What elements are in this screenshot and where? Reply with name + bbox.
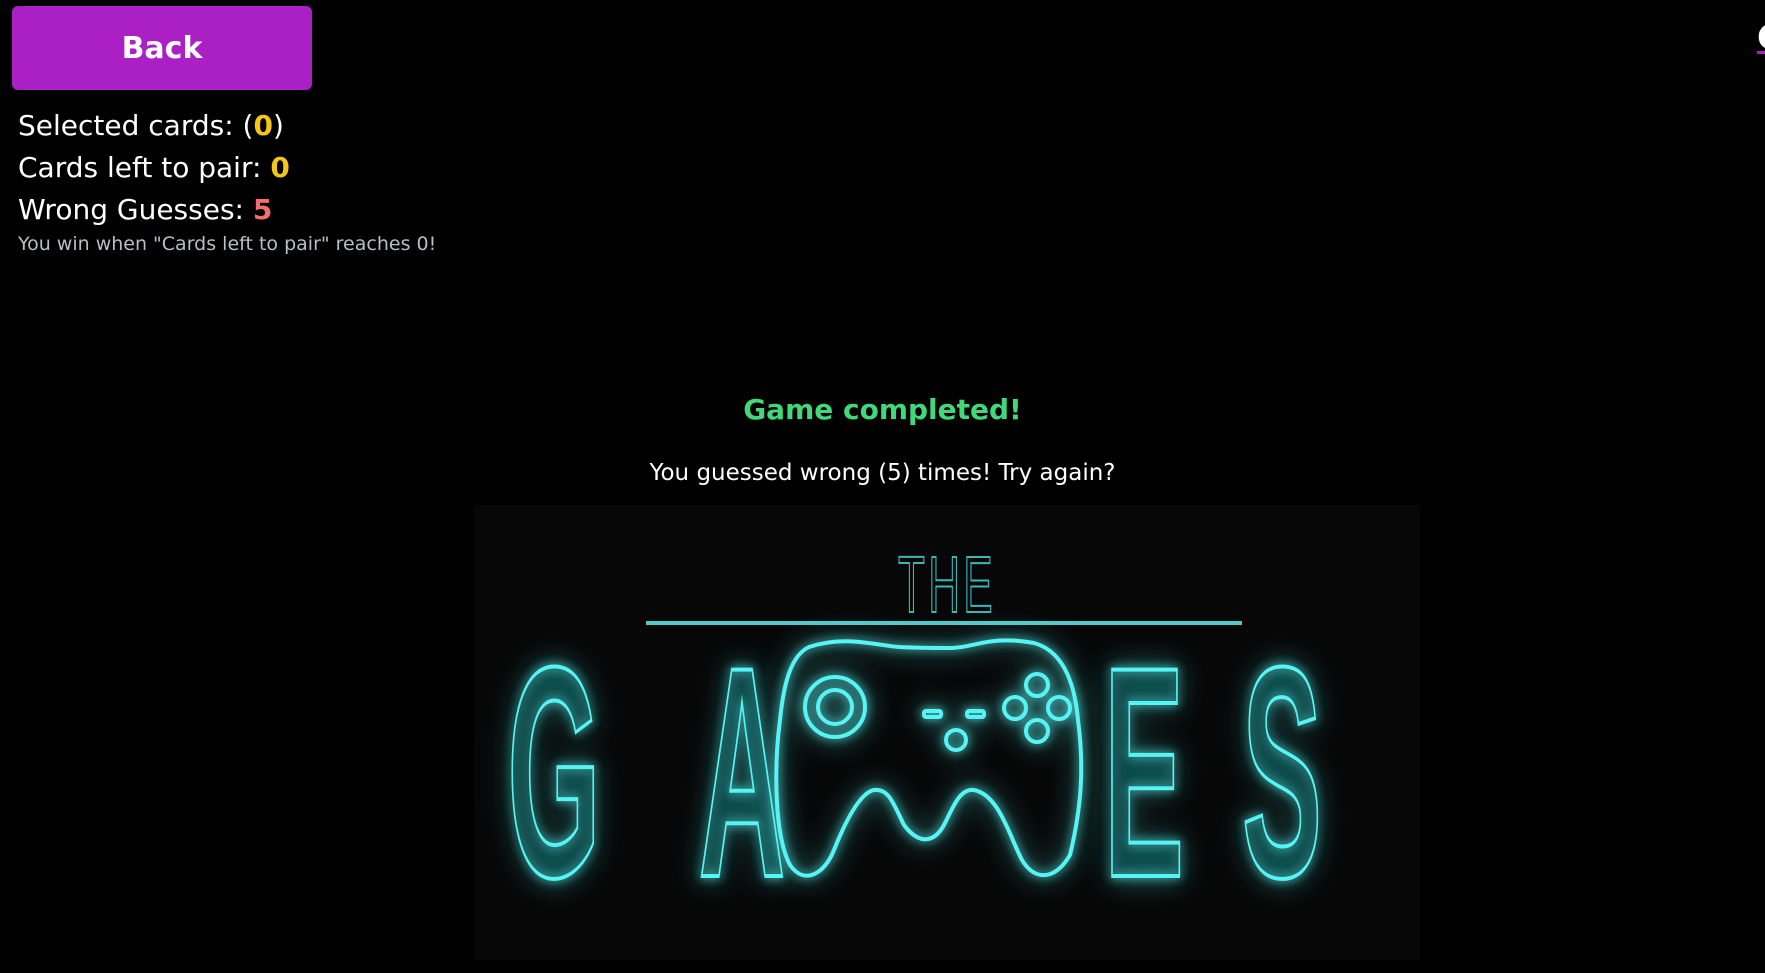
selected-cards-suffix: ) (272, 109, 284, 142)
wrong-guesses-count: 5 (252, 193, 273, 226)
logo-artwork: THE G A E S (506, 539, 1323, 941)
cards-left-count: 0 (270, 151, 290, 184)
corner-link[interactable]: G (1757, 18, 1765, 58)
logo-letter-s: S (1242, 606, 1322, 941)
selected-cards-count: 0 (253, 109, 273, 142)
back-button[interactable]: Back (12, 6, 312, 90)
win-hint: You win when "Cards left to pair" reache… (18, 233, 437, 255)
selected-cards-stat: Selected cards: (0) (18, 105, 436, 147)
logo-top-text: THE (898, 540, 996, 629)
game-stats: Selected cards: (0) Cards left to pair: … (18, 105, 436, 255)
wrong-guesses-stat: Wrong Guesses: 5 (18, 189, 436, 231)
cards-left-label: Cards left to pair: (18, 151, 271, 184)
result-message: You guessed wrong (5) times! Try again? (649, 460, 1116, 486)
logo-letter-e: E (1104, 606, 1184, 941)
wrong-guesses-label: Wrong Guesses: (18, 193, 253, 226)
the-games-logo: THE G A E S (474, 505, 1420, 960)
cards-left-stat: Cards left to pair: 0 (18, 147, 436, 189)
selected-cards-label: Selected cards: ( (18, 109, 254, 142)
game-completed-title: Game completed! (743, 393, 1022, 426)
gamepad-icon (774, 638, 1084, 878)
logo-letter-g: G (507, 606, 600, 941)
logo-letter-a: A (699, 606, 786, 941)
